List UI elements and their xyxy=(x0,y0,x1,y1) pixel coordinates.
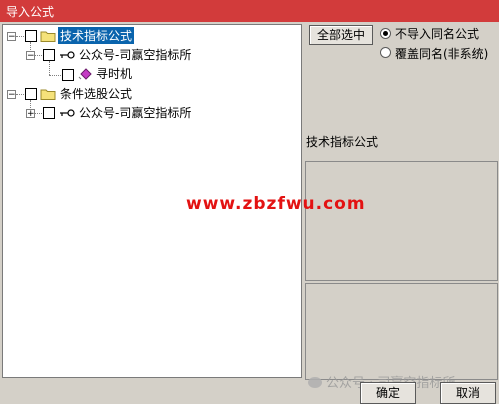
collapse-toggle[interactable]: − xyxy=(7,90,16,100)
site-watermark: www.zbzfwu.com xyxy=(186,194,366,214)
checkbox-author-group[interactable] xyxy=(43,49,55,61)
preview-box xyxy=(305,283,498,380)
folder-icon xyxy=(40,89,56,100)
expand-toggle[interactable]: + xyxy=(26,109,35,119)
key-icon xyxy=(60,109,75,117)
formula-icon xyxy=(78,68,92,80)
tree-connector xyxy=(16,94,24,95)
checkbox-find-timing[interactable] xyxy=(62,69,74,81)
tree-connector xyxy=(49,75,61,76)
ok-button[interactable]: 确定 xyxy=(360,382,416,404)
tree-node-label[interactable]: 公众号-司赢空指标所 xyxy=(79,104,191,121)
tree-node-label[interactable]: 寻时机 xyxy=(96,65,132,82)
radio-no-import-same-name[interactable] xyxy=(380,28,391,39)
key-icon xyxy=(60,51,75,59)
window-title: 导入公式 xyxy=(6,5,55,19)
tree-connector xyxy=(49,61,50,75)
checkbox-author-group-2[interactable] xyxy=(43,107,55,119)
tree-node-label[interactable]: 公众号-司赢空指标所 xyxy=(79,46,191,63)
checkbox-stock-screening[interactable] xyxy=(25,88,37,100)
tree-connector xyxy=(35,55,42,56)
checkbox-tech-indicator[interactable] xyxy=(25,30,37,42)
tree-connector xyxy=(35,113,42,114)
select-all-button[interactable]: 全部选中 xyxy=(309,25,373,45)
cancel-button[interactable]: 取消 xyxy=(440,382,496,404)
tree-node-label[interactable]: 技术指标公式 xyxy=(58,27,135,44)
tree-node-label[interactable]: 条件选股公式 xyxy=(60,85,132,102)
folder-icon xyxy=(40,31,56,42)
collapse-toggle[interactable]: − xyxy=(7,32,16,42)
radio-overwrite-same-name[interactable] xyxy=(380,47,391,58)
radio-label-no-import[interactable]: 不导入同名公式 xyxy=(395,25,479,42)
description-box xyxy=(305,161,498,281)
wechat-icon xyxy=(308,377,322,388)
radio-label-overwrite[interactable]: 覆盖同名(非系统) xyxy=(395,45,488,62)
collapse-toggle[interactable]: − xyxy=(26,51,35,61)
title-bar: 导入公式 xyxy=(0,0,499,22)
description-label: 技术指标公式 xyxy=(306,135,379,149)
tree-connector xyxy=(16,36,24,37)
